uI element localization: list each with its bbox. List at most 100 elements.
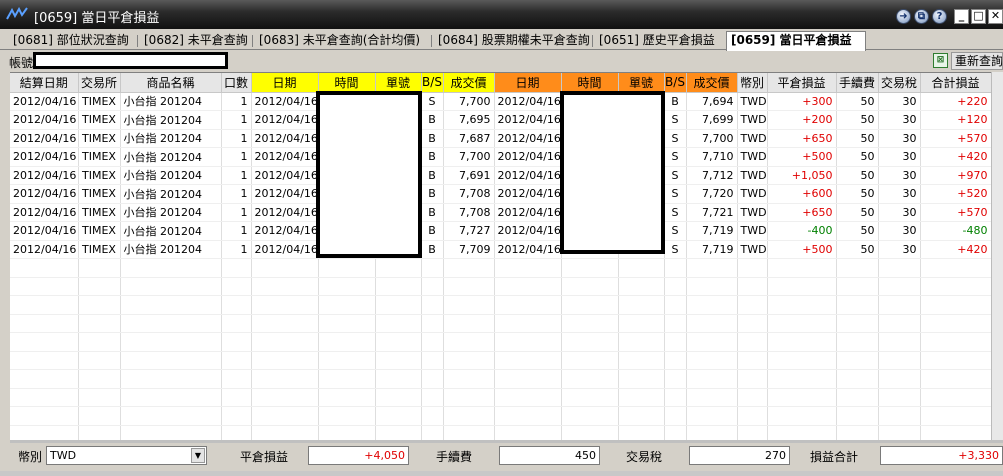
table-row[interactable] (10, 332, 991, 352)
close-pnl-label: 平倉損益 (240, 450, 289, 464)
cell-currency (737, 314, 768, 333)
table-row[interactable] (10, 388, 991, 407)
cell-exchange: TIMEX (78, 147, 121, 167)
tab-0682[interactable]: [0682] 未平倉查詢 (140, 32, 248, 50)
table-row[interactable] (10, 425, 991, 440)
table-row[interactable] (10, 406, 991, 426)
vertical-scrollbar[interactable] (991, 72, 1003, 440)
cell-product: 小台指 201204 (120, 166, 222, 185)
maximize-icon[interactable]: □ (971, 9, 986, 24)
cell-exchange (78, 388, 121, 407)
tab-0684[interactable]: [0684] 股票期權未平倉查詢 (434, 32, 590, 50)
col-header-settle-date[interactable]: 結算日期 (10, 73, 79, 93)
col-header-exchange[interactable]: 交易所 (78, 73, 121, 93)
cell-total-pnl (920, 295, 991, 315)
cell-exchange (78, 295, 121, 315)
table-row[interactable] (10, 369, 991, 389)
cell-open-bs: B (421, 203, 444, 222)
col-header-open-date[interactable]: 日期 (251, 73, 319, 93)
cell-close-order (618, 314, 665, 333)
table-row[interactable]: 2012/04/16 TIMEX 小台指 201204 1 2012/04/16 B 7,7… (10, 147, 991, 167)
table-row[interactable]: 2012/04/16 TIMEX 小台指 201204 1 2012/04/16 B 7,7… (10, 240, 991, 259)
cell-close-bs (664, 258, 687, 278)
table-row[interactable]: 2012/04/16 TIMEX 小台指 201204 1 2012/04/16 B 7,6… (10, 166, 991, 185)
currency-select[interactable]: TWD ▼ (46, 446, 207, 465)
col-header-open-bs[interactable]: B/S (421, 73, 444, 93)
cell-open-date (251, 351, 319, 370)
col-header-close-time[interactable]: 時間 (561, 73, 619, 93)
refresh-icon[interactable]: ⊠ (933, 53, 948, 68)
account-field[interactable] (33, 52, 228, 69)
cell-open-order (375, 332, 422, 352)
help-icon[interactable]: ? (932, 9, 947, 24)
cell-lots: 1 (221, 166, 252, 185)
cell-open-bs (421, 388, 444, 407)
cell-open-date: 2012/04/16 (251, 221, 319, 241)
pin-icon[interactable]: ➜ (896, 9, 911, 24)
table-row[interactable]: 2012/04/16 TIMEX 小台指 201204 1 2012/04/16 S 7,7… (10, 92, 991, 111)
cell-lots: 1 (221, 147, 252, 167)
col-header-product[interactable]: 商品名稱 (120, 73, 222, 93)
cell-open-price: 7,709 (443, 240, 495, 259)
col-header-open-order[interactable]: 單號 (375, 73, 422, 93)
cell-product: 小台指 201204 (120, 129, 222, 148)
table-row[interactable]: 2012/04/16 TIMEX 小台指 201204 1 2012/04/16 B 7,6… (10, 129, 991, 148)
refresh-button[interactable]: 重新查詢 (951, 52, 1003, 70)
cell-open-order (375, 425, 422, 440)
tab-0681[interactable]: [0681] 部位狀況查詢 (9, 32, 129, 50)
table-row[interactable] (10, 295, 991, 315)
cell-open-date: 2012/04/16 (251, 147, 319, 167)
tab-0659[interactable]: [0659] 當日平倉損益 (726, 31, 866, 51)
col-header-open-time[interactable]: 時間 (318, 73, 376, 93)
cell-open-price (443, 295, 495, 315)
tax-value: 270 (689, 446, 790, 465)
minimize-icon[interactable]: _ (954, 9, 969, 24)
table-row[interactable] (10, 277, 991, 296)
cell-open-date (251, 388, 319, 407)
close-icon[interactable]: ✕ (988, 9, 1003, 24)
col-header-fee[interactable]: 手續費 (836, 73, 879, 93)
tab-divider (592, 35, 593, 47)
cell-exchange: TIMEX (78, 221, 121, 241)
cell-product (120, 425, 222, 440)
table-row[interactable] (10, 351, 991, 370)
col-header-close-date[interactable]: 日期 (494, 73, 562, 93)
dropdown-arrow-icon[interactable]: ▼ (191, 448, 205, 463)
table-row[interactable]: 2012/04/16 TIMEX 小台指 201204 1 2012/04/16 B 7,7… (10, 221, 991, 241)
cell-close-date (494, 295, 562, 315)
col-header-total-pnl[interactable]: 合計損益 (920, 73, 991, 93)
col-header-currency[interactable]: 幣別 (737, 73, 768, 93)
cell-open-bs (421, 351, 444, 370)
cell-exchange: TIMEX (78, 203, 121, 222)
col-header-close-order[interactable]: 單號 (618, 73, 665, 93)
tab-0651[interactable]: [0651] 歷史平倉損益 (595, 32, 715, 50)
cell-close-date (494, 258, 562, 278)
cell-product: 小台指 201204 (120, 221, 222, 241)
table-row[interactable]: 2012/04/16 TIMEX 小台指 201204 1 2012/04/16 B 7,7… (10, 184, 991, 204)
table-row[interactable]: 2012/04/16 TIMEX 小台指 201204 1 2012/04/16 B 7,6… (10, 110, 991, 130)
table-row[interactable] (10, 314, 991, 333)
cell-settle-date: 2012/04/16 (10, 110, 79, 130)
cell-open-bs (421, 425, 444, 440)
table-row[interactable] (10, 258, 991, 278)
tab-0683[interactable]: [0683] 未平倉查詢(合計均價) (255, 32, 420, 50)
table-row[interactable]: 2012/04/16 TIMEX 小台指 201204 1 2012/04/16 B 7,7… (10, 203, 991, 222)
cell-open-order (375, 277, 422, 296)
cell-lots: 1 (221, 203, 252, 222)
cell-fee: 50 (836, 221, 879, 241)
col-header-open-price[interactable]: 成交價 (443, 73, 495, 93)
cell-settle-date: 2012/04/16 (10, 203, 79, 222)
col-header-tax[interactable]: 交易稅 (878, 73, 921, 93)
cell-open-bs: B (421, 110, 444, 130)
restore-window-icon[interactable]: ⧉ (914, 9, 929, 24)
col-header-close-pnl[interactable]: 平倉損益 (767, 73, 837, 93)
cell-open-date (251, 314, 319, 333)
cell-close-price (686, 295, 738, 315)
col-header-close-price[interactable]: 成交價 (686, 73, 738, 93)
cell-close-time (561, 425, 619, 440)
col-header-close-bs[interactable]: B/S (664, 73, 687, 93)
col-header-lots[interactable]: 口數 (221, 73, 252, 93)
cell-close-pnl: +1,050 (767, 166, 837, 185)
cell-exchange (78, 277, 121, 296)
cell-product (120, 406, 222, 426)
